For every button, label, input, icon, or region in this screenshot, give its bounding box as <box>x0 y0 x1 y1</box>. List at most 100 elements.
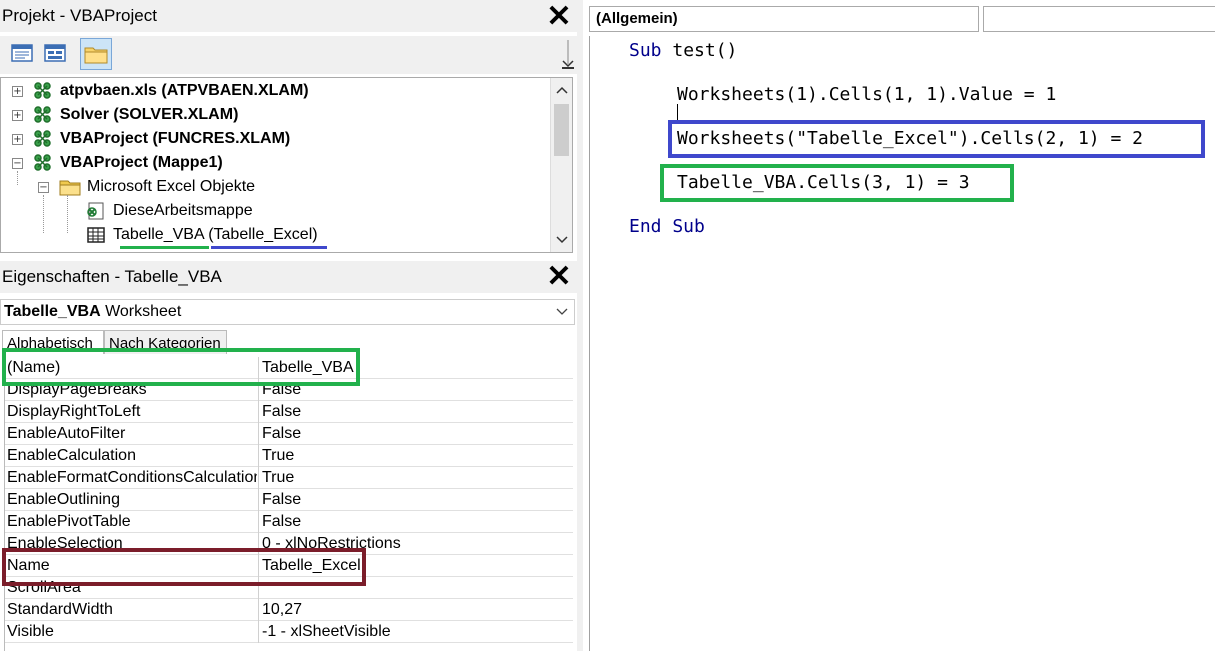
object-select[interactable]: Tabelle_VBA Worksheet <box>0 299 575 325</box>
tab-alphabetisch[interactable]: Alphabetisch <box>2 330 104 354</box>
chevron-up-icon[interactable] <box>555 84 569 96</box>
tree-item-label: Tabelle_VBA <box>113 226 204 243</box>
property-value[interactable]: False <box>262 489 301 511</box>
property-row[interactable]: (Name) Tabelle_VBA <box>5 357 573 379</box>
property-value[interactable]: Tabelle_VBA <box>262 357 354 379</box>
properties-pane-title: Eigenschaften - Tabelle_VBA <box>0 261 577 293</box>
project-toolbar <box>0 36 577 74</box>
property-row[interactable]: EnablePivotTable False <box>5 511 573 533</box>
collapse-icon[interactable]: − <box>38 182 49 193</box>
chevron-down-icon[interactable] <box>555 234 569 246</box>
property-row[interactable]: EnableCalculation True <box>5 445 573 467</box>
keyword-end-sub: End Sub <box>629 216 705 237</box>
property-row[interactable]: EnableAutoFilter False <box>5 423 573 445</box>
property-name: DisplayRightToLeft <box>7 403 141 420</box>
chevron-down-icon <box>556 308 568 315</box>
tree-item-label: Microsoft Excel Objekte <box>87 178 256 195</box>
sub-name: test() <box>672 40 738 61</box>
tree-item-excel-objects[interactable]: Microsoft Excel Objekte <box>87 176 255 198</box>
property-row[interactable]: StandardWidth 10,27 <box>5 599 573 621</box>
object-combo-value: (Allgemein) <box>596 10 678 27</box>
code-text: Tabelle_VBA.Cells(3, 1) = 3 <box>677 172 970 193</box>
tree-item-tabelle-vba[interactable]: Tabelle_VBA (Tabelle_Excel) <box>113 224 318 246</box>
tree-item-label: Solver (SOLVER.XLAM) <box>60 106 239 123</box>
property-name: EnableFormatConditionsCalculation <box>7 469 257 486</box>
code-margin <box>589 36 590 651</box>
collapse-icon[interactable]: − <box>12 158 23 169</box>
tree-item-atpvbaen[interactable]: atpvbaen.xls (ATPVBAEN.XLAM) <box>60 80 309 102</box>
property-name: (Name) <box>7 359 61 376</box>
vba-project-icon <box>34 82 51 99</box>
tree-item-label: atpvbaen.xls (ATPVBAEN.XLAM) <box>60 82 309 99</box>
property-row[interactable]: DisplayPageBreaks False <box>5 379 573 401</box>
object-combo[interactable]: (Allgemein) <box>589 6 979 32</box>
code-line-1[interactable]: Worksheets(1).Cells(1, 1).Value = 1 <box>677 84 1056 105</box>
procedure-combo[interactable] <box>983 6 1215 32</box>
property-value[interactable]: -1 - xlSheetVisible <box>262 621 391 643</box>
property-name: EnableAutoFilter <box>7 425 126 442</box>
property-value[interactable]: False <box>262 401 301 423</box>
property-value[interactable]: True <box>262 445 294 467</box>
property-row[interactable]: EnableFormatConditionsCalculation True <box>5 467 573 489</box>
folder-icon <box>84 47 108 64</box>
expand-icon[interactable]: + <box>12 134 23 145</box>
property-row[interactable]: EnableOutlining False <box>5 489 573 511</box>
property-value[interactable]: 10,27 <box>262 599 302 621</box>
code-text: Worksheets(1).Cells(1, 1).Value = 1 <box>677 84 1057 105</box>
vba-project-icon <box>34 130 51 147</box>
tree-item-diesearbeitsmappe[interactable]: DieseArbeitsmappe <box>113 200 253 222</box>
tree-item-label: VBAProject (Mappe1) <box>60 154 223 171</box>
tab-label: Nach Kategorien <box>109 335 221 352</box>
property-name: EnablePivotTable <box>7 513 131 530</box>
close-project-pane-button[interactable]: ✕ <box>545 2 573 32</box>
property-row[interactable]: EnableSelection 0 - xlNoRestrictions <box>5 533 573 555</box>
property-row[interactable]: Visible -1 - xlSheetVisible <box>5 621 573 643</box>
worksheet-icon <box>87 227 105 243</box>
project-pane-title-text: Projekt - VBAProject <box>2 6 157 25</box>
toggle-folders-button[interactable] <box>80 38 112 70</box>
tree-scrollbar[interactable] <box>550 78 572 252</box>
project-tree: + atpvbaen.xls (ATPVBAEN.XLAM) + Solver … <box>0 77 573 253</box>
property-value[interactable]: True <box>262 467 294 489</box>
properties-grid: (Name) Tabelle_VBA DisplayPageBreaks False… <box>4 357 573 651</box>
property-row[interactable]: ScrollArea <box>5 577 573 599</box>
property-value[interactable]: 0 - xlNoRestrictions <box>262 533 401 555</box>
view-object-button[interactable] <box>42 40 68 66</box>
close-icon: ✕ <box>546 260 572 293</box>
expand-icon[interactable]: + <box>12 110 23 121</box>
property-name: EnableOutlining <box>7 491 120 508</box>
tree-item-solver[interactable]: Solver (SOLVER.XLAM) <box>60 104 238 126</box>
keyword-sub: Sub <box>629 40 662 61</box>
property-name: EnableCalculation <box>7 447 136 464</box>
property-value[interactable]: Tabelle_Excel <box>262 555 361 577</box>
code-line-3[interactable]: Tabelle_VBA.Cells(3, 1) = 3 <box>677 172 970 193</box>
blue-underline <box>211 246 327 249</box>
tree-line <box>67 195 69 233</box>
tab-label: Alphabetisch <box>7 335 93 352</box>
folder-icon <box>59 180 81 196</box>
code-line-sub[interactable]: Sub test() <box>629 40 737 61</box>
object-type: Worksheet <box>105 303 182 320</box>
view-code-button[interactable] <box>9 40 35 66</box>
tree-item-mappe1[interactable]: VBAProject (Mappe1) <box>60 152 223 174</box>
tree-line <box>43 195 45 233</box>
chevron-up-icon <box>562 40 574 69</box>
close-properties-pane-button[interactable]: ✕ <box>545 260 573 293</box>
scrollbar-thumb[interactable] <box>554 104 569 156</box>
tab-nach-kategorien[interactable]: Nach Kategorien <box>104 330 227 354</box>
properties-pane-title-text: Eigenschaften - Tabelle_VBA <box>2 267 222 286</box>
property-value[interactable]: False <box>262 423 301 445</box>
property-row[interactable]: DisplayRightToLeft False <box>5 401 573 423</box>
code-line-2[interactable]: Worksheets("Tabelle_Excel").Cells(2, 1) … <box>677 128 1143 149</box>
expand-icon[interactable]: + <box>12 86 23 97</box>
view-code-icon <box>11 44 33 62</box>
property-value[interactable]: False <box>262 511 301 533</box>
code-window: (Allgemein) Sub test() Worksheets(1).Cel… <box>583 0 1215 651</box>
property-value[interactable]: False <box>262 379 301 401</box>
tree-item-funcres[interactable]: VBAProject (FUNCRES.XLAM) <box>60 128 290 150</box>
property-row[interactable]: Name Tabelle_Excel <box>5 555 573 577</box>
tree-item-label: DieseArbeitsmappe <box>113 202 253 219</box>
toolbar-scroll[interactable] <box>559 36 577 74</box>
code-line-end-sub[interactable]: End Sub <box>629 216 705 237</box>
tree-item-label-suffix: (Tabelle_Excel) <box>208 226 318 243</box>
